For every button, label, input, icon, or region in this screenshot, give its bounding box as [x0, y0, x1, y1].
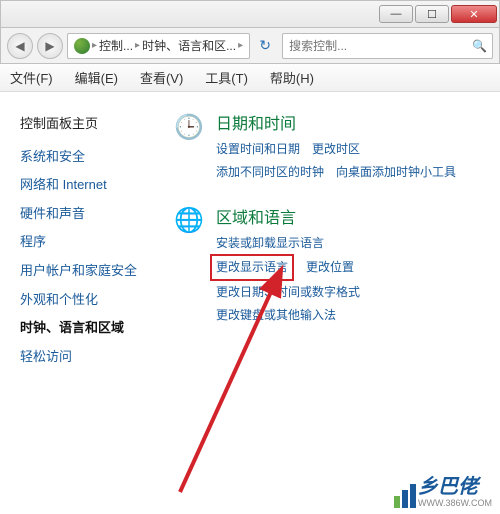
- menu-view[interactable]: 查看(V): [136, 66, 187, 89]
- section-link[interactable]: 更改键盘或其他输入法: [216, 304, 336, 327]
- menu-file[interactable]: 文件(F): [6, 66, 57, 89]
- watermark-url: WWW.386W.COM: [418, 499, 492, 508]
- breadcrumb-item[interactable]: 时钟、语言和区...: [142, 37, 236, 54]
- sidebar-item[interactable]: 轻松访问: [20, 343, 150, 372]
- sidebar-item[interactable]: 程序: [20, 228, 150, 257]
- sidebar-home[interactable]: 控制面板主页: [20, 110, 150, 139]
- forward-button[interactable]: ▶: [37, 33, 63, 59]
- watermark: 乡巴佬 WWW.386W.COM: [394, 470, 492, 508]
- section-link[interactable]: 更改时区: [312, 138, 360, 161]
- section-link[interactable]: 安装或卸载显示语言: [216, 232, 324, 255]
- sidebar: 控制面板主页 系统和安全网络和 Internet硬件和声音程序用户帐户和家庭安全…: [0, 92, 160, 514]
- section-link[interactable]: 向桌面添加时钟小工具: [336, 161, 456, 184]
- refresh-button[interactable]: ↻: [254, 33, 276, 59]
- section-link[interactable]: 更改位置: [306, 256, 354, 279]
- titlebar: — ☐ ✕: [0, 0, 500, 28]
- menu-help[interactable]: 帮助(H): [266, 66, 318, 89]
- sidebar-item[interactable]: 用户帐户和家庭安全: [20, 257, 150, 286]
- main-area: 🕒 日期和时间设置时间和日期更改时区添加不同时区的时钟向桌面添加时钟小工具 🌐 区域和…: [160, 92, 500, 514]
- section-links: 安装或卸载显示语言更改显示语言更改位置更改日期、时间或数字格式更改键盘或其他输入…: [216, 232, 488, 327]
- body: 控制面板主页 系统和安全网络和 Internet硬件和声音程序用户帐户和家庭安全…: [0, 92, 500, 514]
- section-title[interactable]: 区域和语言: [216, 204, 488, 228]
- sidebar-item[interactable]: 外观和个性化: [20, 286, 150, 315]
- menu-edit[interactable]: 编辑(E): [71, 66, 122, 89]
- watermark-text: 乡巴佬: [418, 476, 478, 498]
- breadcrumb[interactable]: ▸ 控制... ▸ 时钟、语言和区... ▸: [67, 33, 250, 59]
- menu-tools[interactable]: 工具(T): [201, 66, 252, 89]
- sidebar-item[interactable]: 网络和 Internet: [20, 171, 150, 200]
- navbar: ◀ ▶ ▸ 控制... ▸ 时钟、语言和区... ▸ ↻ 🔍: [0, 28, 500, 64]
- watermark-logo-icon: [394, 484, 416, 508]
- maximize-button[interactable]: ☐: [415, 5, 449, 23]
- search-input[interactable]: [289, 39, 472, 53]
- control-panel-icon: [74, 38, 90, 54]
- section-title[interactable]: 日期和时间: [216, 110, 488, 134]
- section-link[interactable]: 更改显示语言: [210, 254, 294, 281]
- sidebar-item[interactable]: 系统和安全: [20, 143, 150, 172]
- search-box[interactable]: 🔍: [282, 33, 493, 59]
- search-icon: 🔍: [472, 39, 486, 53]
- section: 🌐 区域和语言安装或卸载显示语言更改显示语言更改位置更改日期、时间或数字格式更改键…: [172, 204, 488, 327]
- section-links: 设置时间和日期更改时区添加不同时区的时钟向桌面添加时钟小工具: [216, 138, 488, 184]
- breadcrumb-item[interactable]: 控制...: [99, 37, 133, 54]
- sidebar-item[interactable]: 时钟、语言和区域: [20, 314, 150, 343]
- close-button[interactable]: ✕: [451, 5, 497, 23]
- section: 🕒 日期和时间设置时间和日期更改时区添加不同时区的时钟向桌面添加时钟小工具: [172, 110, 488, 184]
- chevron-right-icon: ▸: [92, 40, 97, 51]
- chevron-right-icon: ▸: [135, 40, 140, 51]
- sidebar-item[interactable]: 硬件和声音: [20, 200, 150, 229]
- section-link[interactable]: 设置时间和日期: [216, 138, 300, 161]
- globe-icon: 🌐: [172, 204, 206, 238]
- section-link[interactable]: 添加不同时区的时钟: [216, 161, 324, 184]
- section-link[interactable]: 更改日期、时间或数字格式: [216, 281, 360, 304]
- clock-icon: 🕒: [172, 110, 206, 144]
- minimize-button[interactable]: —: [379, 5, 413, 23]
- menubar: 文件(F) 编辑(E) 查看(V) 工具(T) 帮助(H): [0, 64, 500, 92]
- chevron-right-icon: ▸: [238, 40, 243, 51]
- back-button[interactable]: ◀: [7, 33, 33, 59]
